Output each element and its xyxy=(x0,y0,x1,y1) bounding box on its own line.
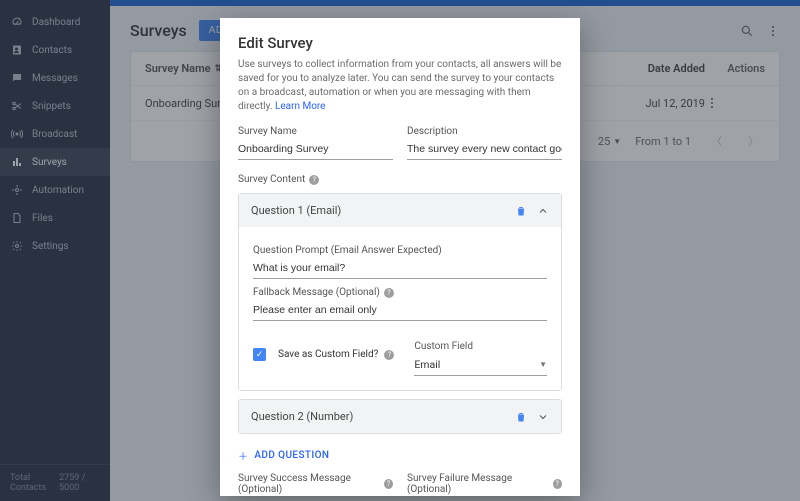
edit-survey-modal: Edit Survey Use surveys to collect infor… xyxy=(220,18,580,496)
delete-icon[interactable] xyxy=(515,411,527,423)
q1-fallback-input[interactable] xyxy=(253,300,547,321)
question-card-1: Question 1 (Email) Question Prompt (Emai… xyxy=(238,193,562,391)
help-icon[interactable]: ? xyxy=(309,175,319,185)
failure-msg-label: Survey Failure Message (Optional) ? xyxy=(407,473,562,495)
success-msg-label: Survey Success Message (Optional) ? xyxy=(238,473,393,495)
q1-fallback-label: Fallback Message (Optional) ? xyxy=(253,287,547,298)
save-cf-label: Save as Custom Field? xyxy=(278,349,378,360)
help-icon[interactable]: ? xyxy=(384,350,394,360)
save-custom-field-checkbox[interactable]: ✓ xyxy=(253,348,266,361)
add-question-button[interactable]: ＋ ADD QUESTION xyxy=(238,442,562,467)
help-icon[interactable]: ? xyxy=(384,479,393,489)
chevron-up-icon xyxy=(537,205,549,217)
question-card-2: Question 2 (Number) xyxy=(238,399,562,434)
survey-desc-label: Description xyxy=(407,126,562,137)
modal-overlay[interactable]: Edit Survey Use surveys to collect infor… xyxy=(0,0,800,501)
plus-icon: ＋ xyxy=(238,448,248,463)
survey-content-label: Survey Content ? xyxy=(238,174,562,185)
question-2-header[interactable]: Question 2 (Number) xyxy=(239,400,561,433)
help-icon[interactable]: ? xyxy=(384,288,394,298)
chevron-down-icon xyxy=(537,411,549,423)
chevron-down-icon: ▼ xyxy=(539,360,547,369)
delete-icon[interactable] xyxy=(515,205,527,217)
q1-prompt-input[interactable] xyxy=(253,258,547,279)
modal-title: Edit Survey xyxy=(238,34,562,52)
learn-more-link[interactable]: Learn More xyxy=(275,101,326,112)
survey-name-input[interactable] xyxy=(238,139,393,160)
q1-prompt-label: Question Prompt (Email Answer Expected) xyxy=(253,245,547,256)
question-1-header[interactable]: Question 1 (Email) xyxy=(239,194,561,227)
custom-field-select[interactable]: Email ▼ xyxy=(414,354,547,376)
custom-field-label: Custom Field xyxy=(414,341,547,352)
survey-desc-input[interactable] xyxy=(407,139,562,160)
modal-description: Use surveys to collect information from … xyxy=(238,58,562,114)
survey-name-label: Survey Name xyxy=(238,126,393,137)
help-icon[interactable]: ? xyxy=(553,479,562,489)
